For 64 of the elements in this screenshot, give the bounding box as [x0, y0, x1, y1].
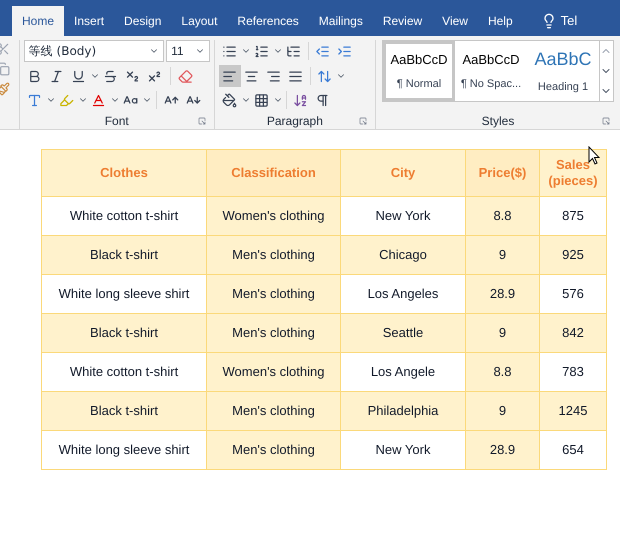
table-cell: 576 — [540, 274, 606, 314]
table-cell: 654 — [540, 430, 606, 470]
ribbon-tab[interactable]: Mailings — [308, 6, 373, 36]
table-cell: 842 — [540, 314, 606, 352]
table-cell: 9 — [466, 392, 540, 430]
ribbon-tab[interactable]: Review — [372, 6, 432, 36]
style-gallery-item[interactable]: AaBbC Heading 1 — [527, 41, 599, 101]
table-cell: Men's clothing — [206, 314, 340, 352]
table-cell: Women's clothing — [206, 196, 340, 236]
table-cell: New York — [340, 196, 466, 236]
column-header: Clothes — [42, 150, 206, 196]
group-label: Styles — [482, 113, 514, 130]
ribbon-tab[interactable]: Home — [12, 6, 64, 36]
table-cell: Los Angele — [340, 352, 466, 392]
table-cell: Men's clothing — [206, 274, 340, 314]
table-cell: Women's clothing — [206, 352, 340, 392]
table-cell: Men's clothing — [206, 430, 340, 470]
ribbon-tab[interactable]: Insert — [64, 6, 114, 36]
column-header: City — [340, 150, 466, 196]
style-gallery-item[interactable]: AaBbCcD ¶ No Spac... — [455, 41, 527, 101]
column-header: Classification — [206, 150, 340, 196]
mouse-pointer-icon — [588, 146, 600, 166]
table-cell: 875 — [540, 196, 606, 236]
ribbon-tab[interactable]: Design — [114, 6, 172, 36]
table-cell: Los Angeles — [340, 274, 466, 314]
align-icon[interactable] — [218, 65, 241, 87]
dialog-launcher-icon[interactable] — [602, 117, 610, 125]
dialog-launcher-icon[interactable] — [359, 117, 367, 125]
table-cell: 8.8 — [466, 196, 540, 236]
table-cell: White long sleeve shirt — [42, 430, 206, 470]
column-header: Sales (pieces) — [540, 150, 606, 196]
table-cell: 1245 — [540, 392, 606, 430]
ribbon-tab[interactable]: References — [227, 6, 309, 36]
table-cell: Men's clothing — [206, 236, 340, 274]
style-gallery-item[interactable]: AaBbCcD ¶ Normal — [383, 41, 455, 101]
font-size-field[interactable]: 11 — [166, 40, 210, 62]
table-cell: Men's clothing — [206, 392, 340, 430]
group-label: Font — [104, 113, 129, 130]
paintbrush-icon[interactable] — [0, 82, 10, 96]
table-cell: Black t-shirt — [42, 236, 206, 274]
table-cell: White cotton t-shirt — [42, 352, 206, 392]
column-header: Price($) — [466, 150, 540, 196]
table-cell: 9 — [466, 314, 540, 352]
table-cell: 783 — [540, 352, 606, 392]
group-label: Paragraph — [266, 113, 323, 130]
table-cell: New York — [340, 430, 466, 470]
table-cell: 925 — [540, 236, 606, 274]
table-cell: White cotton t-shirt — [42, 196, 206, 236]
font-name-field[interactable]: 等线 (Body) — [24, 40, 164, 62]
table-cell: White long sleeve shirt — [42, 274, 206, 314]
table-cell: Black t-shirt — [42, 392, 206, 430]
dialog-launcher-icon[interactable] — [198, 117, 206, 125]
ribbon-tab[interactable]: Help — [478, 6, 523, 36]
table-cell: 9 — [466, 236, 540, 274]
table-cell: Black t-shirt — [42, 314, 206, 352]
table-cell: 8.8 — [466, 352, 540, 392]
table-cell: 28.9 — [466, 274, 540, 314]
tell-me-link[interactable]: Tel — [560, 11, 578, 31]
table-cell: Philadelphia — [340, 392, 466, 430]
ribbon-tab[interactable]: Layout — [171, 6, 228, 36]
table-cell: Chicago — [340, 236, 466, 274]
table-cell: Seattle — [340, 314, 466, 352]
table-cell: 28.9 — [466, 430, 540, 470]
ribbon-tab[interactable]: View — [432, 6, 478, 36]
